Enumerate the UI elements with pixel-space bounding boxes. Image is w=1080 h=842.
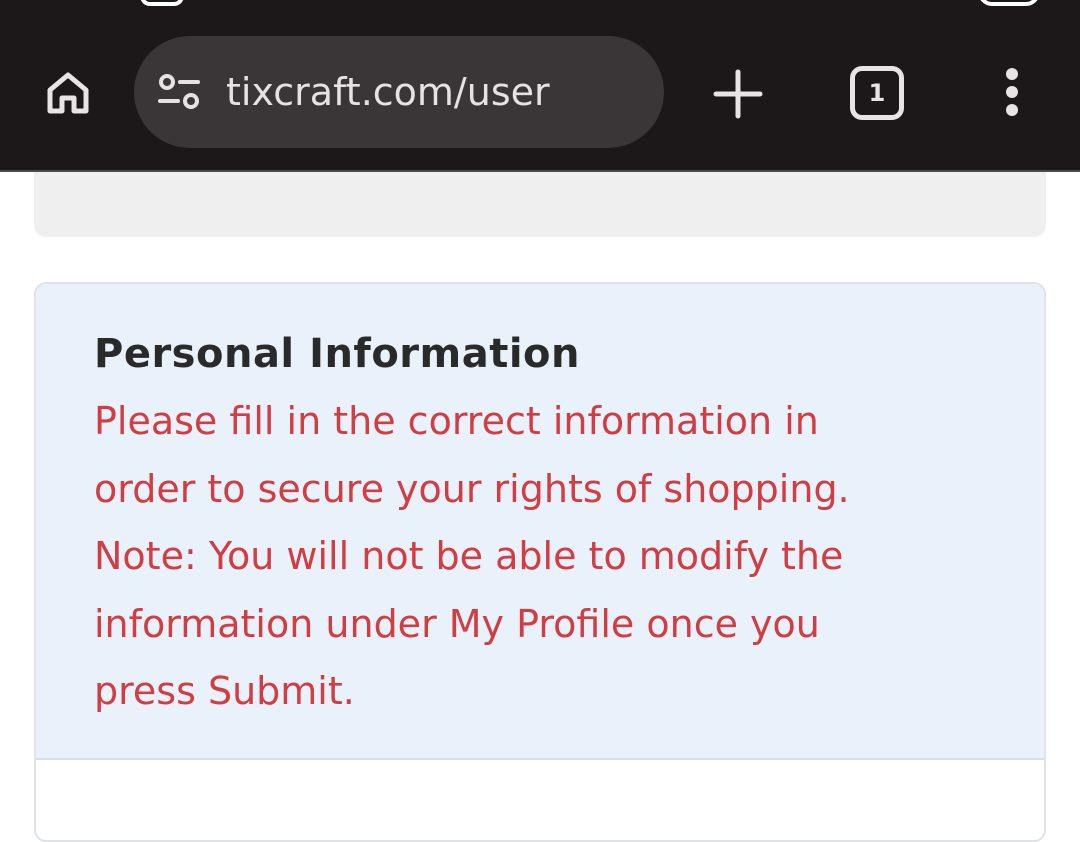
notice-line: Note: You will not be able to modify the <box>94 534 844 578</box>
notice-line: information under My Profile once you <box>94 601 820 646</box>
notice-line: order to secure your rights of shopping. <box>94 466 850 511</box>
previous-section-panel <box>34 172 1046 237</box>
battery-icon <box>978 0 1040 6</box>
more-menu-button[interactable] <box>990 62 1034 122</box>
notice-line: press Submit. <box>94 669 355 713</box>
tab-count: 1 <box>868 79 886 107</box>
address-bar[interactable]: tixcraft.com/user <box>134 36 664 148</box>
notice-text: Please fill in the correct information i… <box>94 388 994 726</box>
new-tab-button[interactable] <box>708 64 768 124</box>
notice-line: Please fill in the correct information i… <box>94 399 819 443</box>
plus-icon <box>713 69 763 119</box>
personal-information-card: Personal Information Please fill in the … <box>34 282 1046 842</box>
tune-icon[interactable] <box>158 74 200 110</box>
card-title: Personal Information <box>94 331 580 377</box>
tab-switcher-button[interactable]: 1 <box>850 66 904 120</box>
browser-toolbar: tixcraft.com/user 1 <box>0 0 1080 172</box>
card-header: Personal Information Please fill in the … <box>36 284 1044 760</box>
home-button[interactable] <box>38 62 98 122</box>
more-vert-icon <box>1006 68 1018 116</box>
url-text[interactable]: tixcraft.com/user <box>226 66 550 118</box>
home-icon <box>47 72 89 114</box>
status-bar-fragment <box>140 0 184 6</box>
